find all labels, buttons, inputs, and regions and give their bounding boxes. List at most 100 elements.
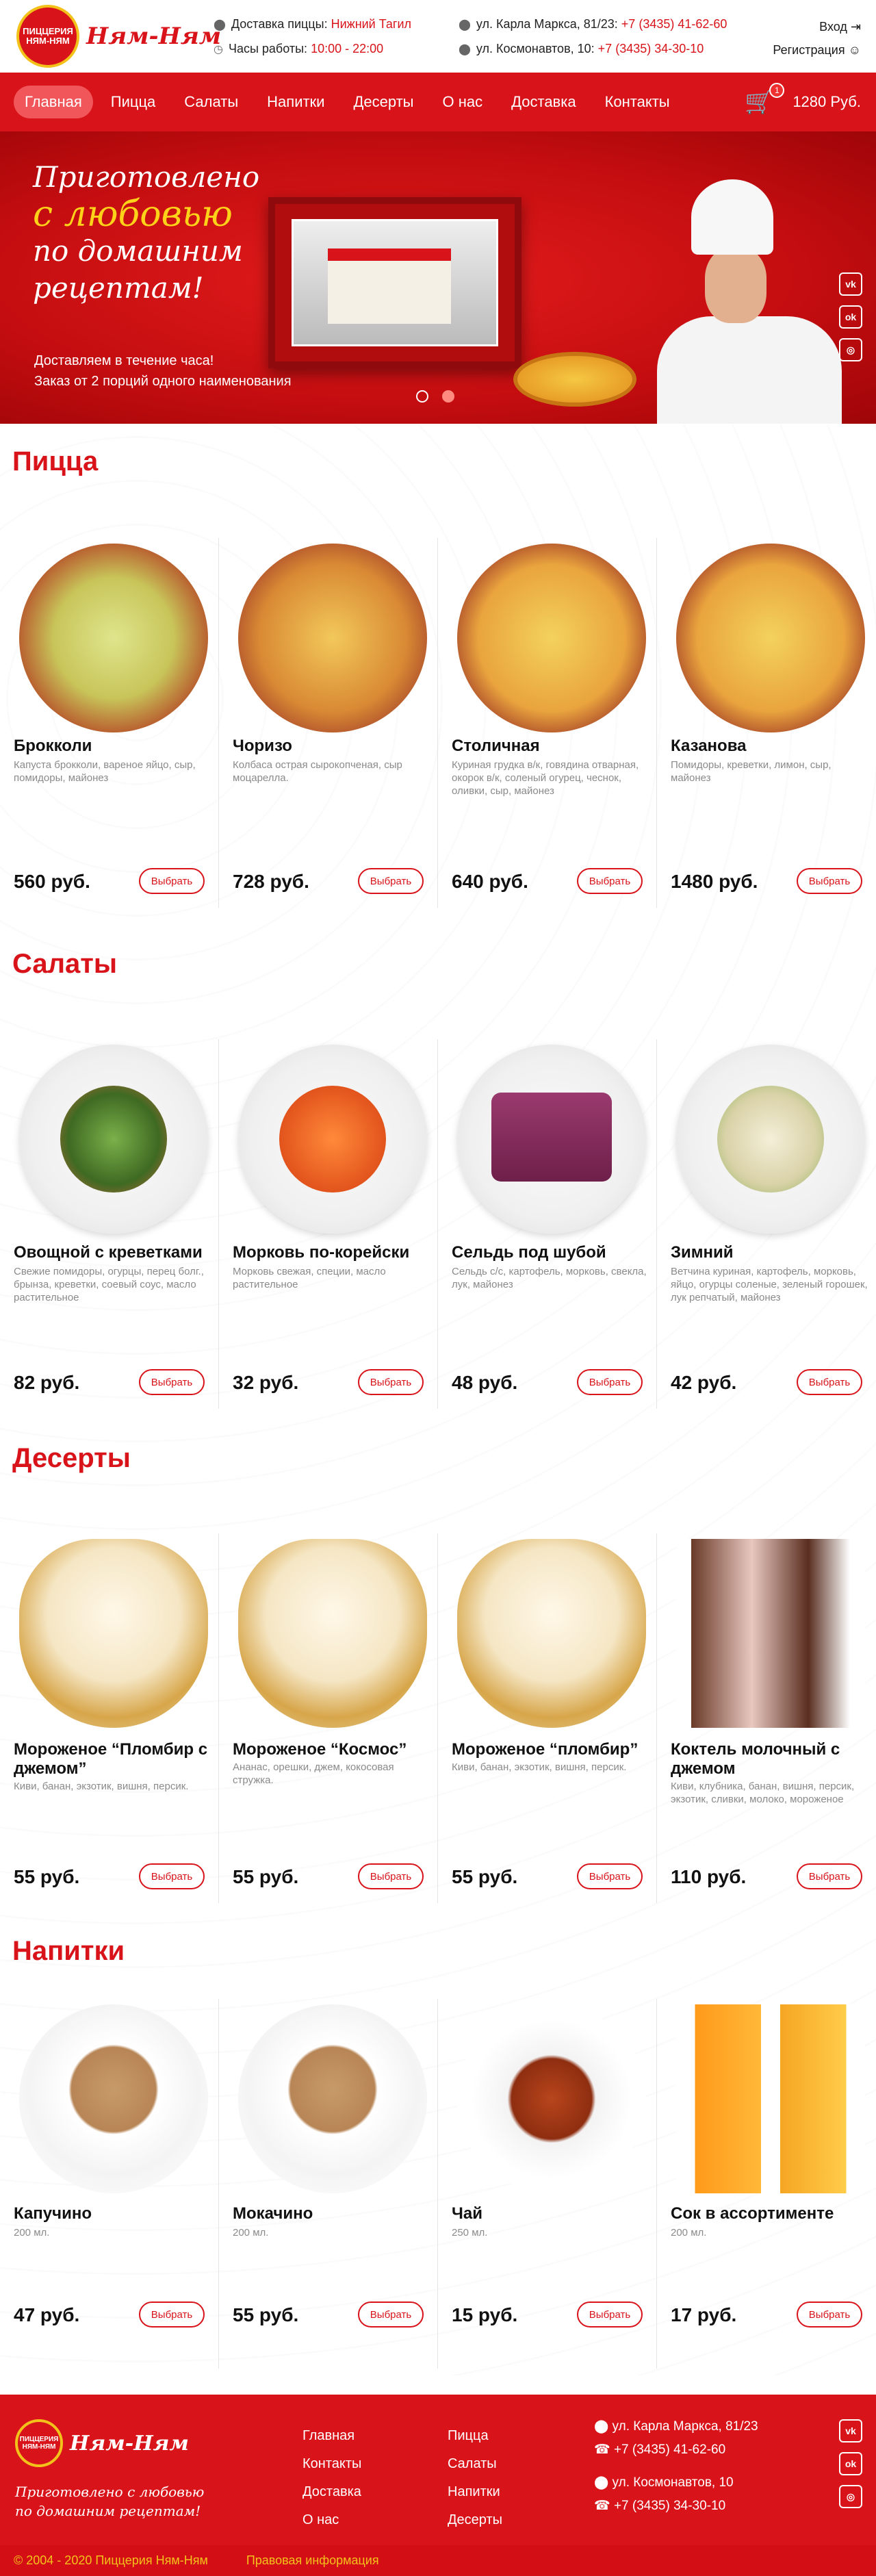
- select-button[interactable]: Выбрать: [139, 1369, 205, 1395]
- product-image[interactable]: [19, 2004, 208, 2193]
- select-button[interactable]: Выбрать: [358, 1369, 424, 1395]
- product-desc: Помидоры, креветки, лимон, сыр, майонез: [671, 759, 832, 784]
- auth-links: Вход ⇥ Регистрация ☺: [773, 15, 861, 62]
- select-button[interactable]: Выбрать: [797, 1863, 862, 1889]
- select-button[interactable]: Выбрать: [139, 1863, 205, 1889]
- product-image[interactable]: [676, 1045, 865, 1234]
- product-name[interactable]: Чоризо: [233, 737, 431, 756]
- footer-logo[interactable]: ПИЦЦЕРИЯ НЯМ-НЯМ Ням-Ням: [15, 2419, 189, 2467]
- product-name[interactable]: Мороженое “Пломбир с джемом”: [14, 1740, 212, 1778]
- footer-link-about[interactable]: О нас: [302, 2512, 339, 2527]
- login-link[interactable]: Вход: [819, 20, 847, 34]
- cart-icon[interactable]: 🛒 1: [745, 83, 785, 116]
- city-link[interactable]: Нижний Тагил: [331, 17, 411, 31]
- product-image[interactable]: [457, 1045, 646, 1234]
- product-name[interactable]: Капучино: [14, 2204, 212, 2223]
- product-name[interactable]: Брокколи: [14, 737, 212, 756]
- select-button[interactable]: Выбрать: [797, 2301, 862, 2328]
- slider-dot-2[interactable]: [442, 390, 454, 403]
- footer-link-delivery[interactable]: Доставка: [302, 2484, 361, 2499]
- product-name[interactable]: Сельдь под шубой: [452, 1243, 650, 1262]
- product-name[interactable]: Мороженое “пломбир”: [452, 1740, 650, 1759]
- nav-item-drinks[interactable]: Напитки: [256, 86, 335, 118]
- product-price: 640 руб.: [452, 871, 528, 892]
- phone-1-link[interactable]: +7 (3435) 41-62-60: [621, 17, 727, 31]
- select-button[interactable]: Выбрать: [358, 2301, 424, 2328]
- product-name[interactable]: Морковь по-корейски: [233, 1243, 431, 1262]
- nav-item-home[interactable]: Главная: [14, 86, 93, 118]
- product-image[interactable]: [238, 1539, 427, 1728]
- product-image[interactable]: [676, 544, 865, 732]
- instagram-icon[interactable]: ◎: [839, 2485, 862, 2508]
- product-image[interactable]: [457, 544, 646, 732]
- nav-item-desserts[interactable]: Десерты: [342, 86, 424, 118]
- product-image[interactable]: [238, 2004, 427, 2193]
- logo[interactable]: ПИЦЦЕРИЯ НЯМ-НЯМ Ням-Ням: [16, 5, 221, 68]
- instagram-icon[interactable]: ◎: [839, 338, 862, 361]
- register-link[interactable]: Регистрация: [773, 43, 845, 57]
- product-image[interactable]: [19, 544, 208, 732]
- select-button[interactable]: Выбрать: [577, 1369, 643, 1395]
- vk-icon[interactable]: vk: [839, 272, 862, 296]
- product-name[interactable]: Мокачино: [233, 2204, 431, 2223]
- select-button[interactable]: Выбрать: [797, 868, 862, 894]
- phone-2-link[interactable]: +7 (3435) 34-30-10: [598, 42, 704, 55]
- section-title: Салаты: [12, 949, 118, 979]
- select-button[interactable]: Выбрать: [577, 1863, 643, 1889]
- nav-item-about[interactable]: О нас: [432, 86, 494, 118]
- cart[interactable]: 🛒 1 1280 Руб.: [745, 73, 861, 131]
- product-image[interactable]: [457, 1539, 646, 1728]
- odnoklassniki-icon[interactable]: ok: [839, 2452, 862, 2475]
- footer-link-contacts[interactable]: Контакты: [302, 2456, 361, 2471]
- select-button[interactable]: Выбрать: [139, 868, 205, 894]
- select-button[interactable]: Выбрать: [358, 1863, 424, 1889]
- product-grid: Мороженое “Пломбир с джемом” Киви, банан…: [0, 1533, 876, 1903]
- nav-item-salads[interactable]: Салаты: [173, 86, 249, 118]
- product-name[interactable]: Столичная: [452, 737, 650, 756]
- product-price: 15 руб.: [452, 2304, 518, 2325]
- location-pin-icon: ⬤: [594, 2419, 613, 2434]
- product-image[interactable]: [457, 2004, 646, 2193]
- product-card: Мокачино 200 мл. 55 руб. Выбрать: [219, 1999, 438, 2369]
- product-name[interactable]: Сок в ассортименте: [671, 2204, 869, 2223]
- product-image[interactable]: [238, 1045, 427, 1234]
- product-name[interactable]: Чай: [452, 2204, 650, 2223]
- odnoklassniki-icon[interactable]: ok: [839, 305, 862, 329]
- legal-info-link[interactable]: Правовая информация: [246, 2553, 379, 2568]
- footer-link-home[interactable]: Главная: [302, 2428, 355, 2443]
- product-card: Зимний Ветчина куриная, картофель, морко…: [657, 1039, 876, 1409]
- footer-phone-1[interactable]: +7 (3435) 41-62-60: [614, 2443, 725, 2457]
- footer-link-drinks[interactable]: Напитки: [448, 2484, 500, 2499]
- product-image[interactable]: [19, 1539, 208, 1728]
- footer-link-salads[interactable]: Салаты: [448, 2456, 497, 2471]
- section-title: Пицца: [12, 446, 99, 476]
- nav-item-delivery[interactable]: Доставка: [500, 86, 587, 118]
- chef-image: [636, 179, 849, 424]
- select-button[interactable]: Выбрать: [358, 868, 424, 894]
- address-1: ул. Карла Маркса, 81/23:: [476, 17, 618, 31]
- nav-item-pizza[interactable]: Пицца: [100, 86, 167, 118]
- product-desc: 250 мл.: [452, 2227, 488, 2239]
- product-name[interactable]: Коктель молочный с джемом: [671, 1740, 869, 1778]
- user-icon: ☺: [848, 43, 861, 57]
- slider-dot-1[interactable]: [416, 390, 428, 403]
- footer-link-pizza[interactable]: Пицца: [448, 2428, 489, 2443]
- select-button[interactable]: Выбрать: [797, 1369, 862, 1395]
- footer-link-desserts[interactable]: Десерты: [448, 2512, 502, 2527]
- select-button[interactable]: Выбрать: [139, 2301, 205, 2328]
- product-name[interactable]: Мороженое “Космос”: [233, 1740, 431, 1759]
- vk-icon[interactable]: vk: [839, 2419, 862, 2443]
- product-name[interactable]: Овощной с креветками: [14, 1243, 212, 1262]
- footer-phone-2[interactable]: +7 (3435) 34-30-10: [614, 2499, 725, 2513]
- product-image[interactable]: [676, 1539, 865, 1728]
- select-button[interactable]: Выбрать: [577, 2301, 643, 2328]
- select-button[interactable]: Выбрать: [577, 868, 643, 894]
- product-price: 560 руб.: [14, 871, 90, 892]
- product-name[interactable]: Казанова: [671, 737, 869, 756]
- product-image[interactable]: [676, 2004, 865, 2193]
- product-name[interactable]: Зимний: [671, 1243, 869, 1262]
- product-image[interactable]: [19, 1045, 208, 1234]
- product-image[interactable]: [238, 544, 427, 732]
- cart-total[interactable]: 1280 Руб.: [793, 93, 861, 111]
- nav-item-contacts[interactable]: Контакты: [594, 86, 681, 118]
